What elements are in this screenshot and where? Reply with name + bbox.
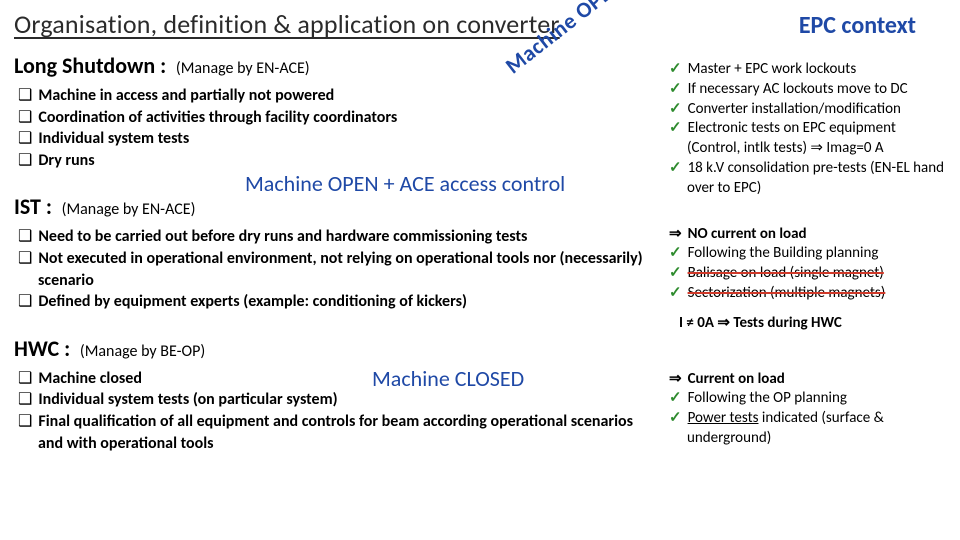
hwc-heading: HWC : xyxy=(14,335,70,362)
ist-section: IST : (Manage by EN-ACE) Need to be carr… xyxy=(14,193,659,312)
strike-text: Balisage on load (single magnet) xyxy=(688,264,884,282)
epc-mid-note: I ≠ 0A ⇒ Tests during HWC xyxy=(679,313,945,334)
epc-mid-block: NO current on load Following the Buildin… xyxy=(669,225,945,334)
hwc-section: HWC : (Manage by BE-OP) Machine closed I… xyxy=(14,335,659,454)
list-item: Following the OP planning xyxy=(669,389,945,409)
list-item: Master + EPC work lockouts xyxy=(669,60,945,80)
long-shutdown-heading: Long Shutdown : xyxy=(14,52,166,79)
note-prefix: I ≠ 0A xyxy=(679,314,717,332)
ist-manager: (Manage by EN-ACE) xyxy=(62,200,196,219)
list-item: Balisage on load (single magnet) xyxy=(669,264,945,284)
left-column: Long Shutdown : (Manage by EN-ACE) Machi… xyxy=(14,52,669,468)
list-item: Electronic tests on EPC equipment (Contr… xyxy=(669,119,945,159)
list-item: Defined by equipment experts (example: c… xyxy=(18,291,659,313)
epc-top-list: Master + EPC work lockouts If necessary … xyxy=(669,60,945,199)
slide-title: Organisation, definition & application o… xyxy=(14,8,560,40)
right-column: Master + EPC work lockouts If necessary … xyxy=(669,52,945,468)
epc-mid-imply: NO current on load xyxy=(669,225,945,245)
long-shutdown-list: Machine in access and partially not powe… xyxy=(18,85,659,171)
note-suffix: Tests during HWC xyxy=(730,314,842,332)
ist-list: Need to be carried out before dry runs a… xyxy=(18,226,659,312)
strike-text: Sectorization (multiple magnets) xyxy=(688,284,886,302)
hwc-manager: (Manage by BE-OP) xyxy=(80,342,205,361)
epc-bot-block: Current on load Following the OP plannin… xyxy=(669,370,945,449)
underline-text: Power tests xyxy=(688,409,759,427)
list-item: Machine in access and partially not powe… xyxy=(18,85,659,107)
hwc-banner: Machine CLOSED xyxy=(372,365,524,392)
hwc-list: Machine closed Individual system tests (… xyxy=(18,368,659,454)
title-bar: Organisation, definition & application o… xyxy=(14,8,946,40)
list-item: Dry runs xyxy=(18,150,659,172)
list-item: Power tests indicated (surface & undergr… xyxy=(669,409,945,449)
ist-banner: Machine OPEN + ACE access control xyxy=(245,170,565,197)
list-item: Sectorization (multiple magnets) xyxy=(669,284,945,304)
list-item: Individual system tests (on particular s… xyxy=(18,389,659,411)
list-item: Converter installation/modification xyxy=(669,100,945,120)
list-item: 18 k.V consolidation pre-tests (EN-EL ha… xyxy=(669,159,945,199)
slide-root: Organisation, definition & application o… xyxy=(0,0,960,540)
list-item: Coordination of activities through facil… xyxy=(18,107,659,129)
list-item: Machine closed xyxy=(18,368,659,390)
list-item: Final qualification of all equipment and… xyxy=(18,411,659,454)
double-arrow-icon: ⇒ xyxy=(717,314,730,331)
epc-mid-list: Following the Building planning Balisage… xyxy=(669,244,945,303)
epc-context-title: EPC context xyxy=(799,11,916,40)
ist-heading: IST : xyxy=(14,193,52,220)
list-item: If necessary AC lockouts move to DC xyxy=(669,80,945,100)
list-item: Individual system tests xyxy=(18,128,659,150)
long-shutdown-manager: (Manage by EN-ACE) xyxy=(176,59,310,78)
epc-bot-list: Following the OP planning Power tests in… xyxy=(669,389,945,448)
long-shutdown-section: Long Shutdown : (Manage by EN-ACE) Machi… xyxy=(14,52,659,171)
body: Long Shutdown : (Manage by EN-ACE) Machi… xyxy=(14,52,946,468)
epc-bot-imply: Current on load xyxy=(669,370,945,390)
list-item: Following the Building planning xyxy=(669,244,945,264)
list-item: Need to be carried out before dry runs a… xyxy=(18,226,659,248)
list-item: Not executed in operational environment,… xyxy=(18,248,659,291)
